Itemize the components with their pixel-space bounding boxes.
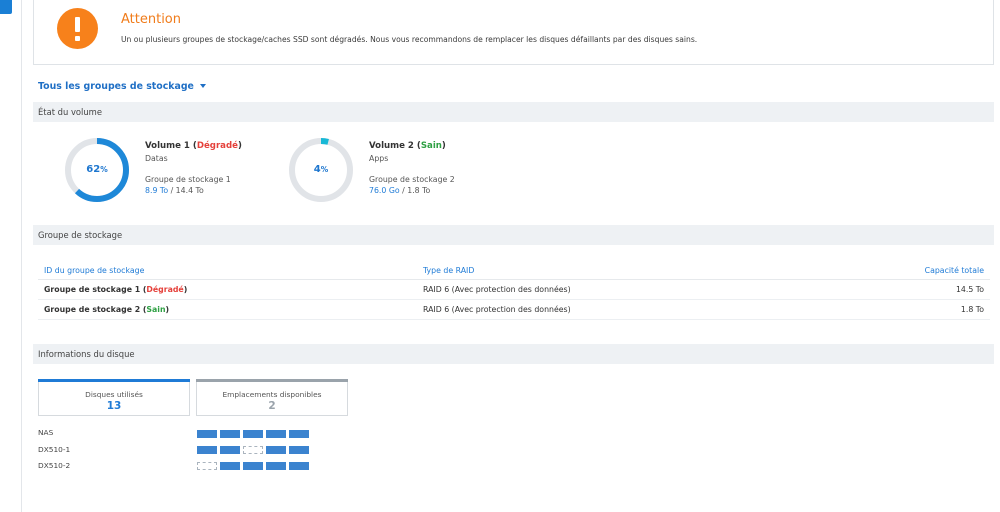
- section-disk-info: Informations du disque: [33, 344, 994, 364]
- alert-title: Attention: [121, 12, 181, 27]
- disk-slot-used[interactable]: [289, 446, 309, 454]
- disk-slot-used[interactable]: [289, 430, 309, 438]
- card-accent-bar: [196, 379, 348, 382]
- total-capacity: 14.5 To: [797, 279, 990, 300]
- status-degraded: Dégradé: [146, 285, 184, 294]
- total-capacity: 1.8 To: [797, 299, 990, 320]
- volume-pool: Groupe de stockage 2: [369, 175, 455, 184]
- status-healthy: Sain: [420, 141, 442, 151]
- enclosure-label: DX510-2: [38, 461, 71, 470]
- card-value: 2: [268, 400, 276, 412]
- pool-name: Groupe de stockage 2 (Sain): [38, 299, 417, 320]
- volume-1-usage-donut: 62%: [64, 137, 130, 203]
- disk-slot-used[interactable]: [266, 446, 286, 454]
- status-degraded: Dégradé: [196, 141, 238, 151]
- card-value: 13: [106, 400, 122, 412]
- warning-icon: [57, 8, 98, 49]
- disk-slot-used[interactable]: [197, 430, 217, 438]
- section-volume-state: État du volume: [33, 102, 994, 122]
- disk-slot-used[interactable]: [289, 462, 309, 470]
- nav-selected-indicator[interactable]: [0, 0, 12, 14]
- enclosure-slots-nas: [197, 430, 309, 438]
- section-title: Groupe de stockage: [38, 230, 123, 240]
- card-label: Disques utilisés: [85, 390, 143, 399]
- col-header-pool-id[interactable]: ID du groupe de stockage: [38, 262, 417, 280]
- volume-description: Apps: [369, 154, 389, 163]
- enclosure-label: NAS: [38, 428, 54, 437]
- section-storage-pool: Groupe de stockage: [33, 225, 994, 245]
- enclosure-slots-dx510-2: [197, 462, 309, 470]
- disk-slot-empty[interactable]: [197, 462, 217, 470]
- pool-name: Groupe de stockage 1 (Dégradé): [38, 279, 417, 300]
- disks-used-card[interactable]: Disques utilisés 13: [38, 379, 190, 416]
- card-accent-bar: [38, 379, 190, 382]
- table-row[interactable]: Groupe de stockage 1 (Dégradé) RAID 6 (A…: [38, 279, 990, 300]
- filter-label: Tous les groupes de stockage: [38, 81, 194, 92]
- col-header-raid-type[interactable]: Type de RAID: [417, 262, 797, 280]
- left-rail: [0, 0, 22, 512]
- storage-group-filter-dropdown[interactable]: Tous les groupes de stockage: [38, 81, 206, 92]
- volume-2-info[interactable]: Volume 2 (Sain) Apps Groupe de stockage …: [369, 141, 455, 195]
- card-label: Emplacements disponibles: [222, 390, 322, 399]
- raid-type: RAID 6 (Avec protection des données): [417, 299, 797, 320]
- caret-down-icon: [199, 84, 206, 88]
- disk-slot-used[interactable]: [266, 430, 286, 438]
- disk-slot-used[interactable]: [266, 462, 286, 470]
- disk-slot-used[interactable]: [220, 462, 240, 470]
- disk-slot-used[interactable]: [243, 430, 263, 438]
- enclosure-slots-dx510-1: [197, 446, 309, 454]
- available-slots-card[interactable]: Emplacements disponibles 2: [196, 379, 348, 416]
- section-title: Informations du disque: [38, 349, 135, 359]
- raid-type: RAID 6 (Avec protection des données): [417, 279, 797, 300]
- disk-slot-used[interactable]: [197, 446, 217, 454]
- volume-pool: Groupe de stockage 1: [145, 175, 231, 184]
- storage-pool-table: ID du groupe de stockage Type de RAID Ca…: [38, 262, 990, 320]
- disk-slot-used[interactable]: [220, 446, 240, 454]
- volume-usage: 8.9 To / 14.4 To: [145, 186, 204, 195]
- attention-alert: Attention Un ou plusieurs groupes de sto…: [33, 0, 994, 65]
- volume-name: Volume 2 (Sain): [369, 141, 446, 151]
- alert-message: Un ou plusieurs groupes de stockage/cach…: [121, 35, 698, 44]
- disk-slot-used[interactable]: [220, 430, 240, 438]
- table-row[interactable]: Groupe de stockage 2 (Sain) RAID 6 (Avec…: [38, 299, 990, 320]
- section-title: État du volume: [38, 107, 102, 117]
- table-header-row: ID du groupe de stockage Type de RAID Ca…: [38, 262, 990, 280]
- volume-description: Datas: [145, 154, 168, 163]
- volume-1-info[interactable]: Volume 1 (Dégradé) Datas Groupe de stock…: [145, 141, 242, 195]
- volume-name: Volume 1 (Dégradé): [145, 141, 242, 151]
- usage-percent: 62%: [86, 164, 108, 175]
- usage-percent: 4%: [313, 164, 329, 175]
- volume-usage: 76.0 Go / 1.8 To: [369, 186, 431, 195]
- enclosure-label: DX510-1: [38, 445, 71, 454]
- volume-2-usage-donut: 4%: [288, 137, 354, 203]
- disk-slot-empty[interactable]: [243, 446, 263, 454]
- disk-slot-used[interactable]: [243, 462, 263, 470]
- status-healthy: Sain: [146, 305, 166, 314]
- col-header-capacity[interactable]: Capacité totale: [797, 262, 990, 280]
